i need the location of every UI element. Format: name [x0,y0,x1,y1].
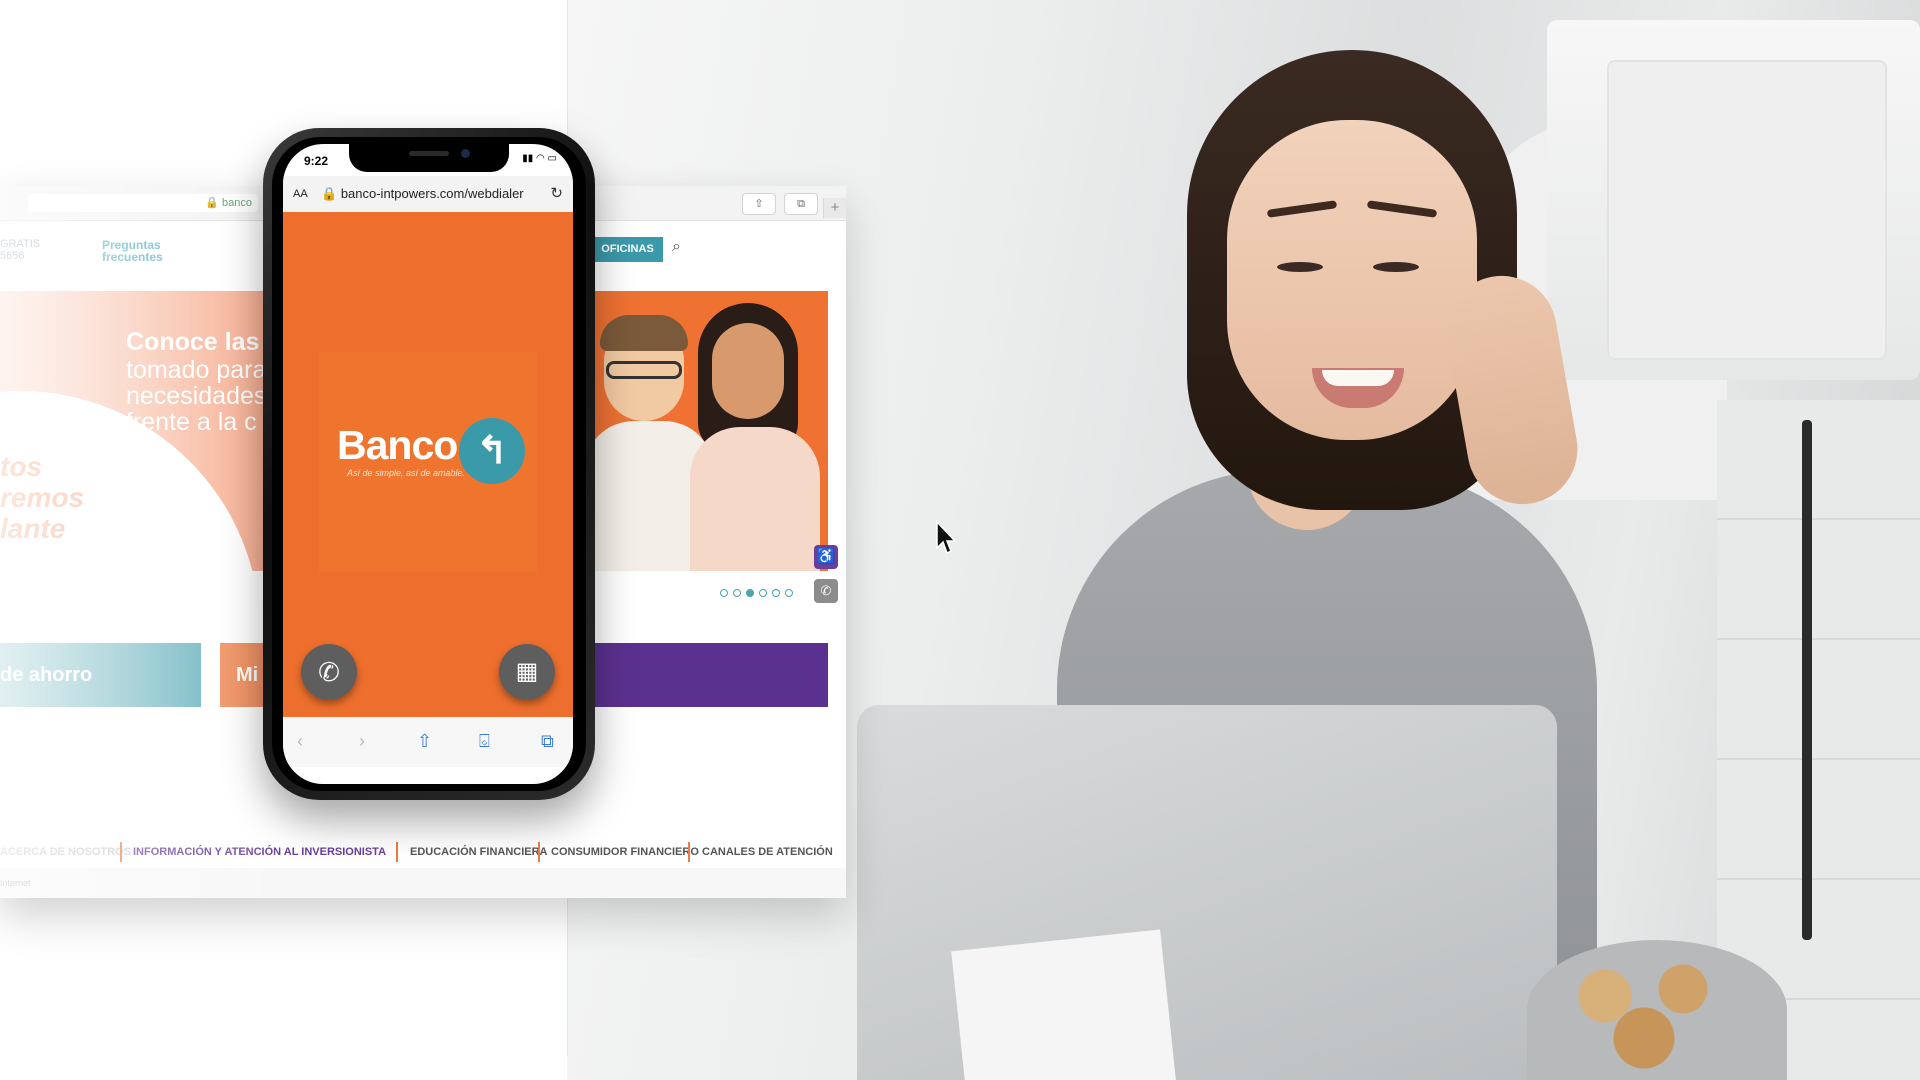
woman-teeth [1322,370,1394,386]
paper-sheet [951,929,1177,1080]
desktop-address-bar[interactable]: 🔒 banco [28,194,258,212]
footer-separator [538,842,540,862]
footer-nav-inversionista[interactable]: INFORMACIÓN Y ATENCIÓN AL INVERSIONISTA [133,846,386,858]
footer-separator [688,842,690,862]
share-icon: ⇧ [754,198,764,210]
card-ahorro[interactable]: de ahorro [0,643,201,707]
cartoon-woman-face [712,323,784,419]
text-size-button[interactable]: AA [293,188,308,200]
plus-icon: + [830,199,840,216]
footer-separator [120,842,122,862]
carousel-dot[interactable] [785,589,793,597]
hero-italic-text: tos remos lante [0,451,85,544]
footer-nav: ACERCA DE NOSOTROS INFORMACIÓN Y ATENCIÓ… [0,838,846,868]
card-mi-label: Mi [236,664,259,686]
carousel-dot[interactable] [733,589,741,597]
footer-nav-canales[interactable]: CANALES DE ATENCIÓN [702,846,833,858]
phone-icon: ✆ [318,657,340,687]
carousel-dots [720,584,798,602]
new-tab-button[interactable]: + [823,198,846,218]
banco-logo-card: Banco ↰ Así de simple, así de amable. [319,352,537,572]
carousel-dot[interactable] [772,589,780,597]
lock-icon: 🔒 [205,197,223,209]
reload-icon[interactable]: ↻ [550,184,563,202]
lock-icon: 🔒 [321,186,341,201]
card-ahorro-label: de ahorro [0,664,93,686]
status-icons: ▮▮ ◠ ▭ [522,153,557,164]
phone-notch [349,144,509,172]
carousel-dot[interactable] [746,589,754,597]
woman-eye-right [1373,262,1419,272]
back-icon[interactable]: ‹ [297,731,303,752]
hero-title: Conoce las [126,328,260,356]
hero-characters-illustration [594,291,828,571]
man-glasses [606,361,682,379]
phone-address-bar[interactable]: AA 🔒 banco-intpowers.com/webdialer ↻ [283,176,573,213]
phone-url-text: banco-intpowers.com/webdialer [340,186,524,201]
speaker-grille [409,151,449,156]
webdialer-panel: Banco ↰ Así de simple, así de amable. ✆ … [283,212,573,717]
carousel-dot[interactable] [720,589,728,597]
footer-small-text: Internet [0,878,31,888]
phone-url: 🔒 banco-intpowers.com/webdialer [321,186,524,202]
bookmarks-icon[interactable]: ⌺ [479,731,490,752]
card-purple[interactable] [594,643,828,707]
nav-item-faq[interactable]: Preguntas frecuentes [102,239,182,263]
side-call-button[interactable]: ✆ [814,579,838,603]
mouse-cursor-icon [936,520,957,555]
banco-logo-icon: ↰ [459,418,525,484]
muffins-plate [1527,940,1787,1080]
accessibility-button[interactable]: ♿ [814,545,838,569]
tabs-icon[interactable]: ⧉ [541,731,554,752]
footer-separator [396,842,398,862]
banco-logo-tagline: Así de simple, así de amable. [347,468,466,478]
footer-nav-educacion[interactable]: EDUCACIÓN FINANCIERA [410,846,548,858]
phone-mockup: 9:22 ▮▮ ◠ ▭ AA 🔒 banco-intpowers.com/web… [263,128,595,800]
status-time: 9:22 [304,154,329,168]
tabs-icon: ⧉ [797,198,805,210]
dialpad-button[interactable]: ▦ [499,644,555,700]
call-button[interactable]: ✆ [301,644,357,700]
banco-logo-text: Banco [337,422,458,468]
footer-nav-consumidor[interactable]: CONSUMIDOR FINANCIERO [551,846,699,858]
footer-nav-acerca[interactable]: ACERCA DE NOSOTROS [0,846,131,858]
woman-eye-left [1277,262,1323,272]
desktop-address-text: banco [222,197,252,209]
share-icon[interactable]: ⇧ [417,731,432,752]
footer-bar: Internet [0,868,846,898]
tabs-button[interactable]: ⧉ [784,193,818,215]
carousel-dot[interactable] [759,589,767,597]
dialpad-icon: ▦ [515,658,539,685]
nav-item-gratis[interactable]: GRATIS 5656 [0,238,40,262]
share-button[interactable]: ⇧ [742,193,776,215]
phone-icon: ✆ [820,583,832,598]
accessibility-icon: ♿ [816,548,836,565]
cartoon-woman-body [690,427,820,571]
oficinas-button[interactable]: OFICINAS [592,237,663,262]
forward-icon[interactable]: › [359,731,365,752]
man-hair [600,315,688,351]
search-icon[interactable]: ⌕ [672,238,681,256]
camera-icon [461,149,470,158]
phone-screen: 9:22 ▮▮ ◠ ▭ AA 🔒 banco-intpowers.com/web… [283,144,573,784]
phone-browser-toolbar: ‹ › ⇧ ⌺ ⧉ [283,717,573,767]
